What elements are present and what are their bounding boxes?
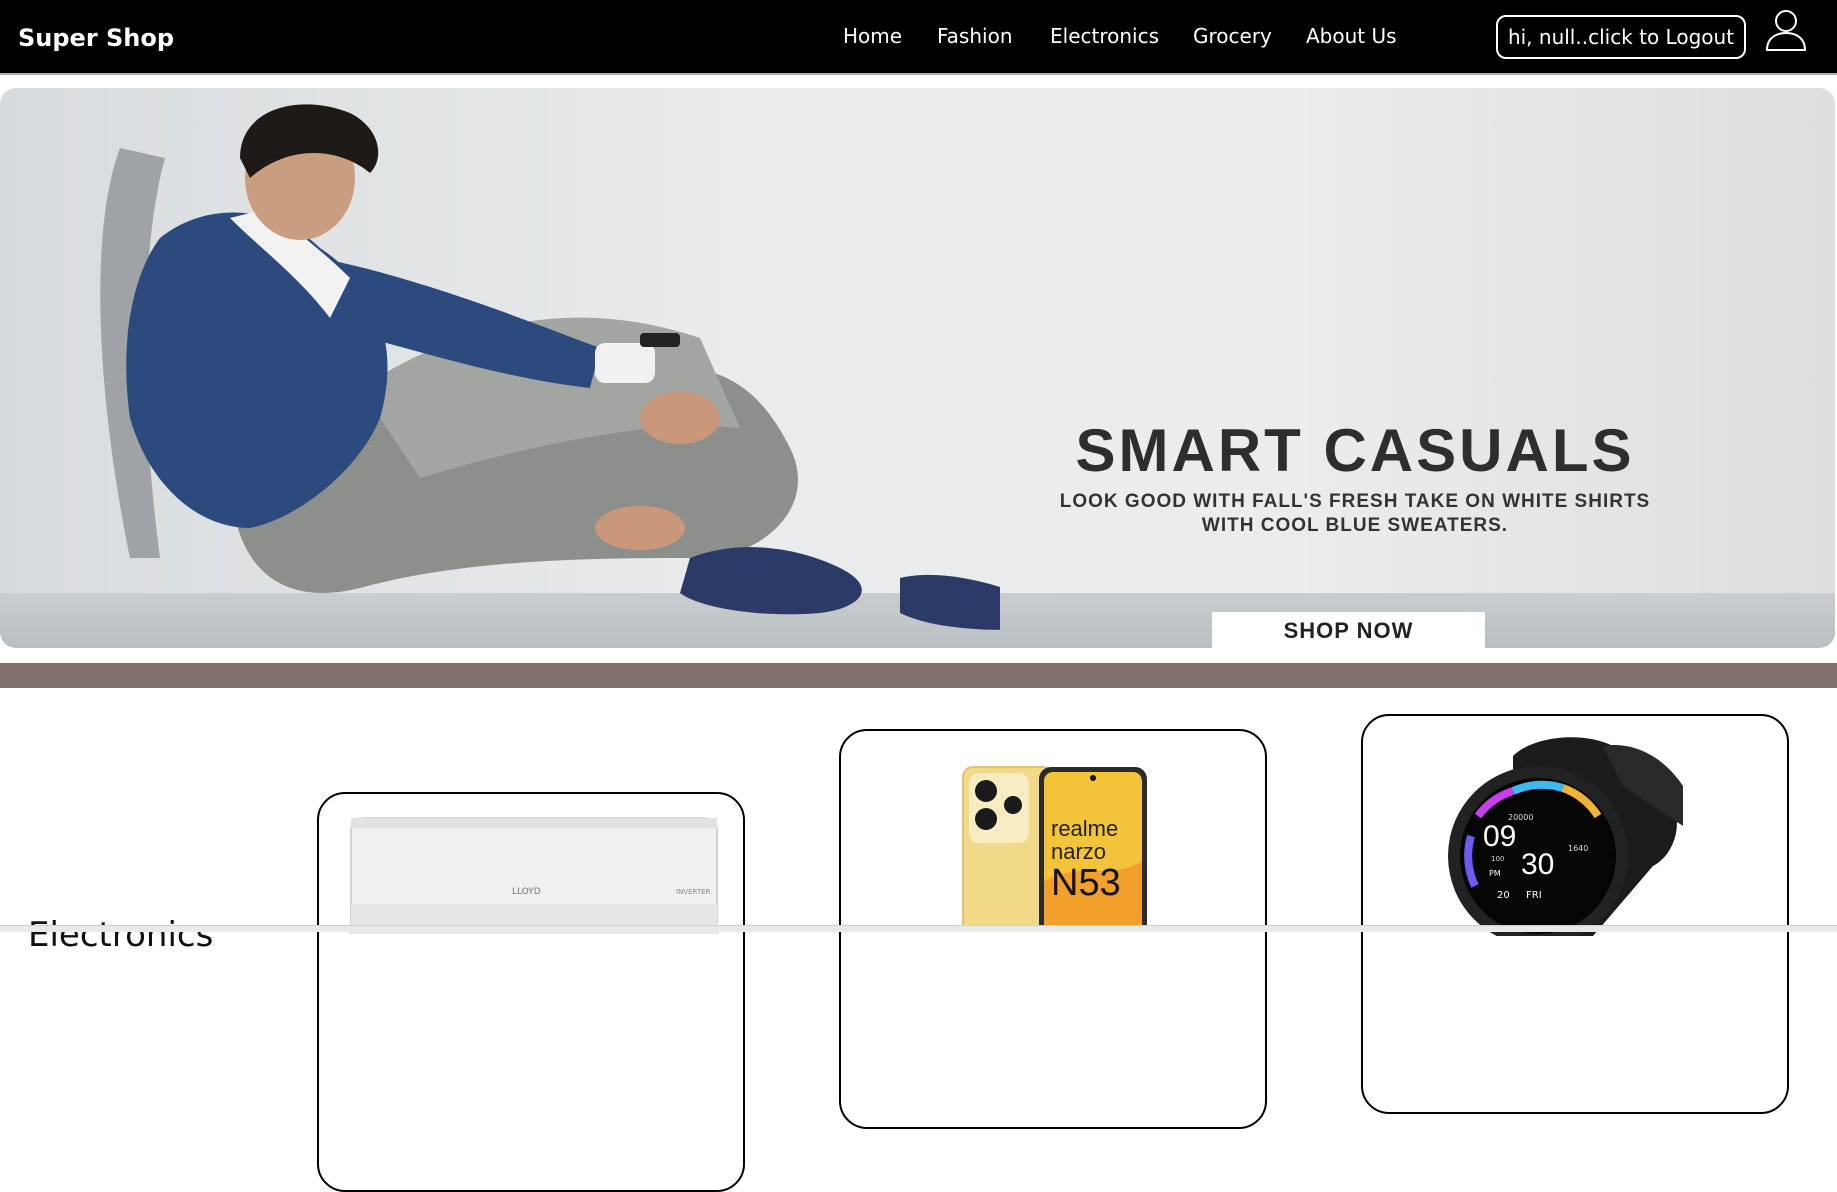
ac-brand-mark: LLOYD: [512, 887, 541, 897]
logout-button[interactable]: hi, null..click to Logout: [1496, 15, 1746, 59]
smartwatch-image: 20000 09 30 PM 1640 100 20 FRI: [1448, 737, 1683, 936]
top-navbar: Super Shop Home Fashion Electronics Groc…: [0, 0, 1837, 75]
product-card-smartwatch[interactable]: 20000 09 30 PM 1640 100 20 FRI: [1361, 714, 1789, 1114]
ac-tag: INVERTER: [676, 888, 711, 896]
watch-am-pm: PM: [1489, 869, 1501, 878]
hero-subtitle-line-2: WITH COOL BLUE SWEATERS.: [1201, 515, 1509, 536]
watch-date: 20: [1497, 890, 1510, 901]
hero-banner: SMART CASUALS LOOK GOOD WITH FALL'S FRES…: [0, 88, 1835, 648]
nav-grocery[interactable]: Grocery: [1193, 24, 1272, 48]
nav-fashion[interactable]: Fashion: [937, 24, 1013, 48]
watch-hour: 09: [1483, 820, 1516, 853]
nav-electronics[interactable]: Electronics: [1050, 24, 1159, 48]
hero-subtitle: LOOK GOOD WITH FALL'S FRESH TAKE ON WHIT…: [1005, 490, 1705, 538]
watch-left-value: 100: [1491, 855, 1504, 863]
watch-day: FRI: [1526, 890, 1542, 901]
section-heading: Electronics: [28, 915, 214, 955]
hero-subtitle-line-1: LOOK GOOD WITH FALL'S FRESH TAKE ON WHIT…: [1059, 491, 1651, 512]
nav-home[interactable]: Home: [843, 24, 902, 48]
smartphone-image: realme narzo N53: [962, 766, 1147, 931]
phone-brand-line-1: realme: [1051, 816, 1118, 841]
watch-minute: 30: [1521, 848, 1554, 881]
product-card-air-conditioner[interactable]: LLOYD INVERTER: [317, 792, 745, 1192]
watch-side-value: 1640: [1568, 844, 1588, 853]
user-icon[interactable]: [1764, 8, 1808, 52]
section-divider: [0, 663, 1837, 688]
phone-brand-line-2: narzo: [1051, 839, 1106, 864]
nav-about-us[interactable]: About Us: [1306, 24, 1397, 48]
phone-model-line-3: N53: [1051, 862, 1121, 904]
brand-logo[interactable]: Super Shop: [18, 24, 174, 52]
air-conditioner-image: LLOYD INVERTER: [350, 817, 718, 934]
hero-model-image: [100, 104, 1000, 630]
hero-title: SMART CASUALS: [1075, 417, 1635, 484]
shop-now-button[interactable]: SHOP NOW: [1212, 612, 1485, 648]
